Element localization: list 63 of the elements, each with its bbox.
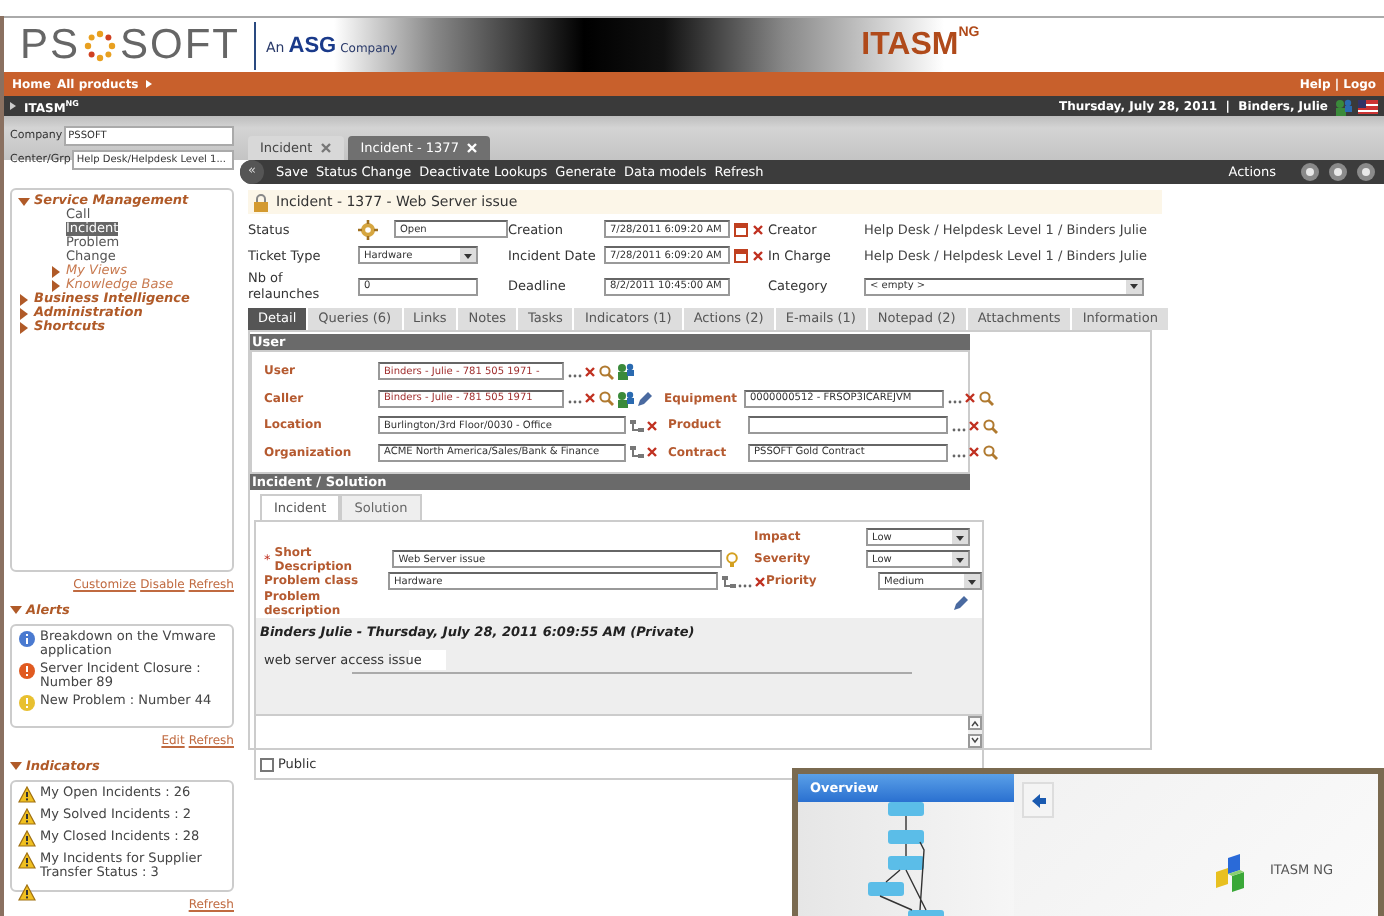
caret-right-icon[interactable] bbox=[18, 307, 30, 320]
dropdown-icon bbox=[952, 552, 968, 566]
people-icon[interactable] bbox=[616, 362, 634, 381]
search-icon[interactable] bbox=[982, 417, 998, 434]
search-icon[interactable] bbox=[982, 444, 998, 461]
caret-down-icon[interactable] bbox=[18, 195, 30, 208]
flag-icon bbox=[1358, 97, 1378, 115]
clear-icon[interactable] bbox=[754, 573, 766, 589]
dropdown-icon bbox=[952, 530, 968, 544]
pencil-icon[interactable] bbox=[952, 594, 970, 612]
warning-icon bbox=[18, 830, 36, 848]
dropdown-icon bbox=[460, 248, 476, 262]
search-icon[interactable] bbox=[598, 363, 614, 380]
lightbulb-icon bbox=[726, 551, 739, 567]
brand-text: ASG bbox=[288, 33, 337, 57]
text-field[interactable] bbox=[748, 416, 948, 435]
pencil-icon[interactable] bbox=[636, 389, 654, 408]
lock-icon bbox=[252, 193, 270, 211]
clear-icon[interactable] bbox=[584, 363, 596, 380]
dropdown-icon bbox=[1126, 279, 1142, 293]
info-icon bbox=[18, 630, 36, 649]
caret-right-icon[interactable] bbox=[50, 265, 62, 278]
logo-text: PS bbox=[20, 23, 81, 67]
clear-icon[interactable] bbox=[646, 417, 658, 434]
flowchart-drawing bbox=[866, 802, 946, 916]
sun-icon bbox=[84, 29, 117, 61]
clear-icon[interactable] bbox=[584, 390, 596, 407]
caret-right-icon[interactable] bbox=[18, 293, 30, 306]
caret-right-icon[interactable] bbox=[18, 321, 30, 334]
warning-icon bbox=[18, 852, 36, 870]
app-title: ITASM$^{NG}$ bbox=[861, 26, 980, 64]
calendar-icon[interactable] bbox=[734, 247, 748, 263]
search-icon[interactable] bbox=[598, 390, 614, 407]
arrow-left-icon bbox=[1031, 793, 1045, 807]
clear-icon[interactable] bbox=[964, 390, 976, 407]
warning-icon bbox=[18, 884, 36, 902]
calendar-icon[interactable] bbox=[734, 221, 748, 237]
caret-right-icon[interactable] bbox=[50, 279, 62, 292]
gear-icon bbox=[358, 219, 378, 239]
notice-icon bbox=[18, 694, 36, 713]
close-icon[interactable] bbox=[320, 142, 333, 154]
caret-down-icon[interactable] bbox=[10, 760, 22, 772]
hierarchy-icon[interactable] bbox=[630, 417, 644, 434]
clear-icon[interactable] bbox=[968, 444, 980, 461]
dropdown-icon bbox=[964, 574, 980, 588]
clear-icon[interactable] bbox=[752, 247, 764, 263]
people-icon bbox=[1334, 97, 1352, 115]
alert-icon bbox=[18, 662, 36, 681]
warning-icon bbox=[18, 786, 36, 804]
back-button[interactable] bbox=[1022, 782, 1054, 818]
hierarchy-icon[interactable] bbox=[630, 444, 644, 461]
caret-icon bbox=[144, 78, 155, 90]
caret-down-icon[interactable] bbox=[10, 604, 22, 617]
search-icon[interactable] bbox=[978, 390, 994, 407]
clear-icon[interactable] bbox=[968, 417, 980, 434]
people-icon[interactable] bbox=[616, 389, 634, 408]
warning-icon bbox=[18, 808, 36, 826]
bullet-icon bbox=[10, 100, 18, 112]
checkbox[interactable] bbox=[260, 757, 274, 771]
logo-text: SOFT bbox=[120, 23, 241, 67]
clear-icon[interactable] bbox=[752, 221, 764, 237]
clear-icon[interactable] bbox=[646, 444, 658, 461]
hierarchy-icon[interactable] bbox=[722, 573, 736, 589]
